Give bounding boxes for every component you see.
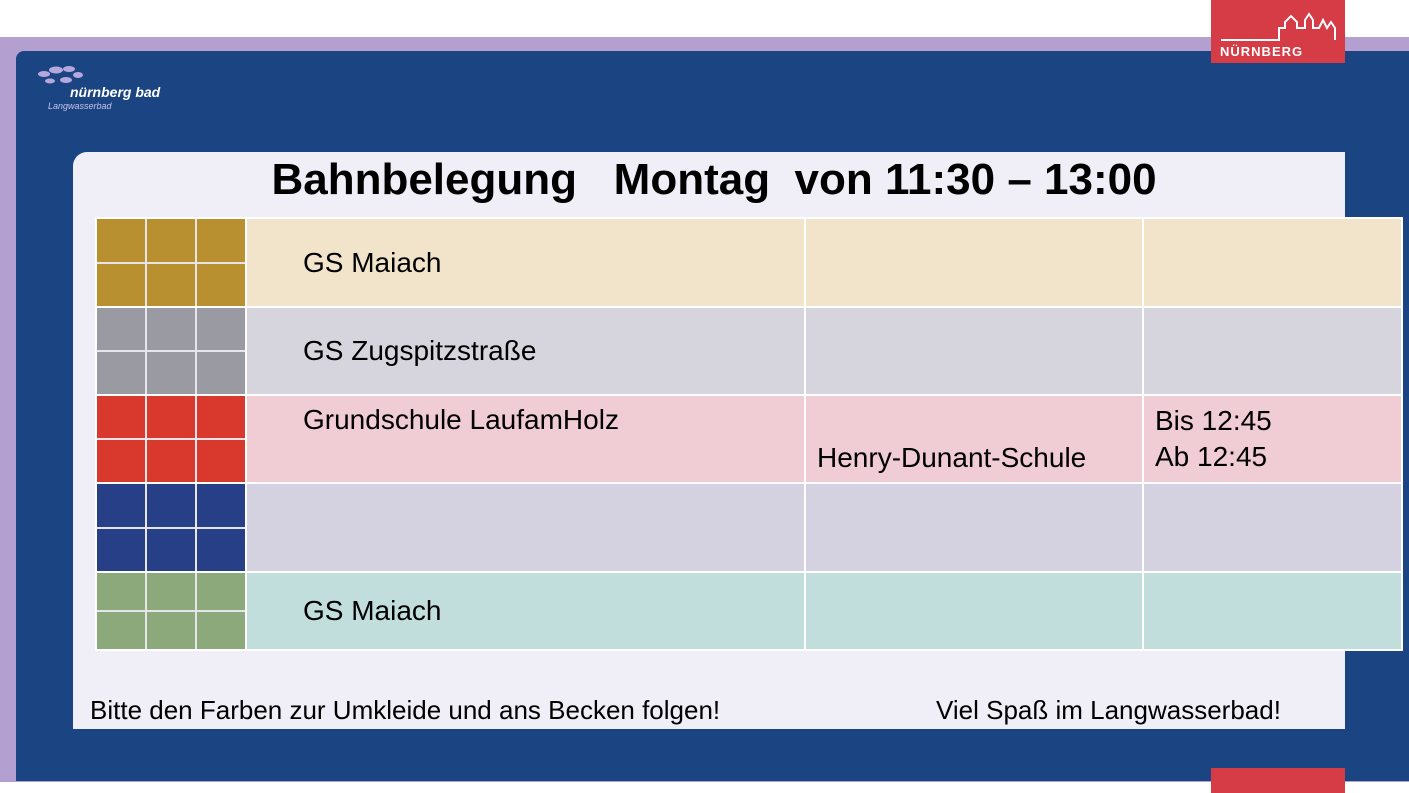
tile <box>147 219 195 262</box>
tile <box>197 263 245 306</box>
tile <box>97 573 145 610</box>
city-label: NÜRNBERG <box>1220 44 1304 59</box>
tile <box>147 612 195 649</box>
lane-table: GS Maiach GS Zugspitzstraße Grundschule La… <box>95 217 1403 651</box>
nuernberg-bad-logo: nürnberg bad Langwasserbad <box>36 64 196 114</box>
time-note-line: Ab 12:45 <box>1155 441 1268 472</box>
lane-color-swatch <box>95 482 247 573</box>
lane-school-main: GS Maiach <box>245 217 806 308</box>
lane-school-main <box>245 482 806 573</box>
lane-school-main: GS Zugspitzstraße <box>245 306 806 396</box>
lane-school-secondary <box>804 571 1144 651</box>
lane-row: GS Zugspitzstraße <box>95 306 1403 396</box>
tile <box>147 484 195 527</box>
lane-school-main: GS Maiach <box>245 571 806 651</box>
tile <box>197 308 245 350</box>
page-title: Bahnbelegung Montag von 11:30 – 13:00 <box>271 155 1157 204</box>
tile <box>197 440 245 482</box>
tile <box>147 352 195 394</box>
tile <box>97 352 145 394</box>
logo-subtitle: Langwasserbad <box>48 101 112 111</box>
lane-color-swatch <box>95 571 247 651</box>
tile <box>197 573 245 610</box>
lane-color-swatch <box>95 394 247 484</box>
tile <box>197 396 245 438</box>
time-note-line: Bis 12:45 <box>1155 405 1272 436</box>
bottom-red-block <box>1211 768 1345 793</box>
tile <box>197 484 245 527</box>
lane-color-swatch <box>95 306 247 396</box>
lane-school-secondary: Henry-Dunant-Schule <box>804 394 1144 484</box>
tile <box>147 573 195 610</box>
lane-row: GS Maiach <box>95 217 1403 308</box>
tile <box>97 308 145 350</box>
lane-time-note <box>1142 217 1403 308</box>
lane-color-swatch <box>95 217 247 308</box>
footer-note-greeting: Viel Spaß im Langwasserbad! <box>936 695 1281 725</box>
tile <box>197 528 245 571</box>
tile <box>147 396 195 438</box>
lane-school-secondary <box>804 306 1144 396</box>
tile <box>147 528 195 571</box>
lane-row <box>95 482 1403 573</box>
tile <box>147 308 195 350</box>
lane-row: GS Maiach <box>95 571 1403 651</box>
nuernberg-city-badge: NÜRNBERG <box>1211 0 1345 63</box>
tile <box>197 219 245 262</box>
lane-school-secondary <box>804 482 1144 573</box>
tile <box>197 352 245 394</box>
tile <box>147 440 195 482</box>
tile <box>97 396 145 438</box>
lane-school-main: Grundschule LaufamHolz <box>245 394 806 484</box>
lane-time-note: Bis 12:45 Ab 12:45 <box>1142 394 1403 484</box>
castle-skyline-icon <box>1221 12 1336 41</box>
tile <box>97 528 145 571</box>
lane-time-note <box>1142 482 1403 573</box>
footer-note-colors: Bitte den Farben zur Umkleide und ans Be… <box>90 695 721 725</box>
tile <box>97 440 145 482</box>
lane-school-secondary <box>804 217 1144 308</box>
tile <box>97 612 145 649</box>
lane-time-note <box>1142 571 1403 651</box>
lane-row: Grundschule LaufamHolz Henry-Dunant-Schul… <box>95 394 1403 484</box>
tile <box>147 263 195 306</box>
tile <box>97 219 145 262</box>
tile <box>97 484 145 527</box>
tile <box>97 263 145 306</box>
lane-time-note <box>1142 306 1403 396</box>
tile <box>197 612 245 649</box>
logo-name: nürnberg bad <box>70 84 161 100</box>
